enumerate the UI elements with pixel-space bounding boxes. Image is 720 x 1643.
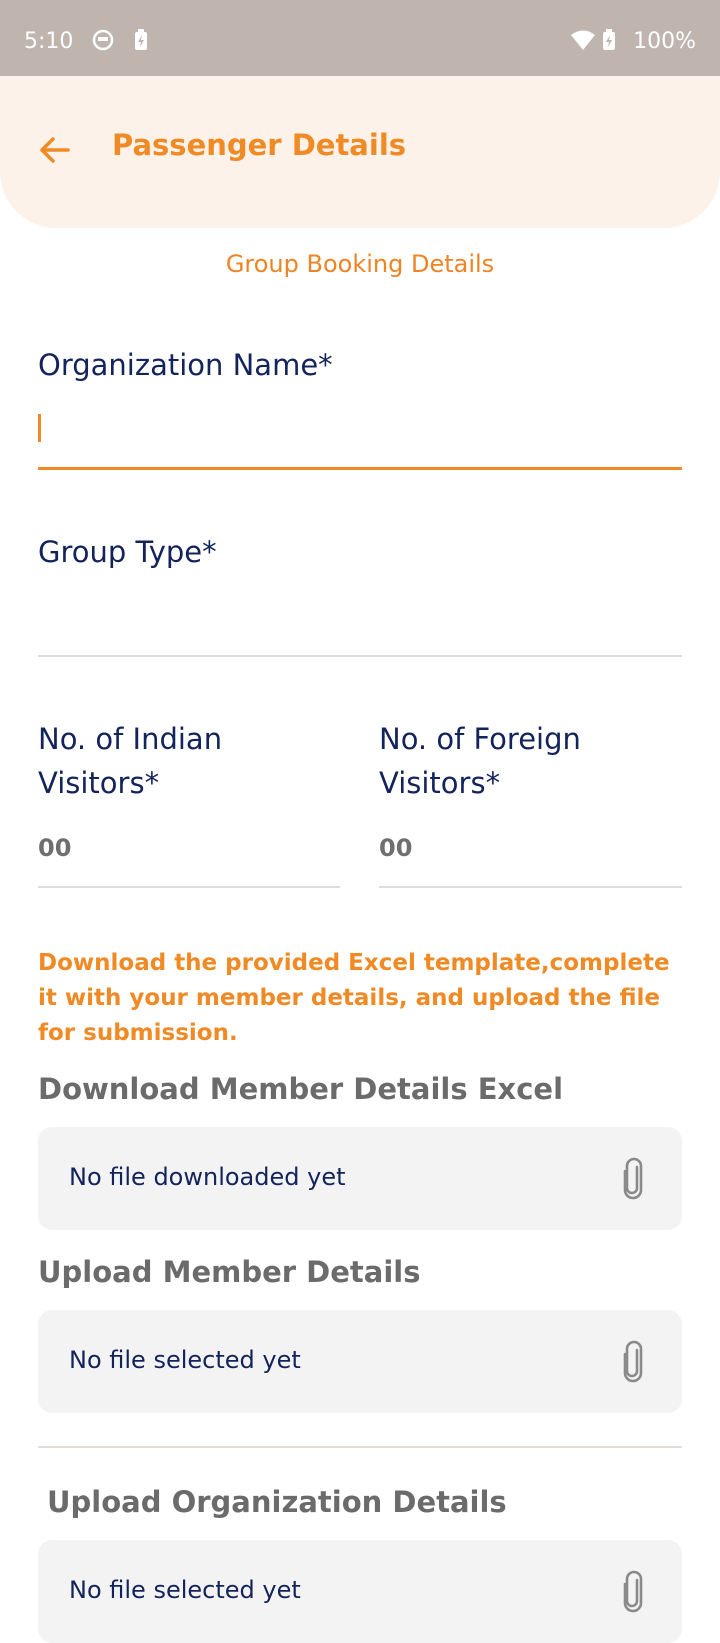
section-title: Group Booking Details (225, 250, 495, 278)
group-type-label: Group Type* (38, 535, 217, 569)
foreign-visitors-label-line2: Visitors* (379, 766, 501, 800)
upload-member-heading: Upload Member Details (38, 1255, 421, 1289)
organization-name-label: Organization Name* (38, 348, 333, 382)
foreign-visitors-input[interactable]: 00 (379, 834, 412, 862)
indian-visitors-label-line1: No. of Indian (38, 722, 223, 756)
indian-visitors-label: No. of Indian Visitors* (38, 717, 222, 805)
app-notification-icon (92, 29, 114, 57)
page-title: Passenger Details (112, 128, 407, 162)
back-button[interactable] (34, 128, 78, 172)
download-section-heading: Download Member Details Excel (38, 1072, 564, 1106)
section-divider (38, 1446, 682, 1448)
group-type-underline (38, 655, 682, 657)
paperclip-icon (623, 1157, 643, 1200)
group-type-input[interactable] (38, 580, 682, 650)
text-cursor (38, 414, 41, 442)
organization-name-input[interactable] (38, 395, 682, 465)
arrow-left-icon (40, 137, 70, 163)
upload-member-file-box[interactable]: No file selected yet (38, 1310, 682, 1413)
foreign-visitors-label-line1: No. of Foreign (379, 722, 581, 756)
upload-organization-heading: Upload Organization Details (47, 1485, 507, 1519)
instruction-notice: Download the provided Excel template,com… (38, 950, 670, 1046)
battery-icon (602, 29, 616, 57)
indian-visitors-underline (38, 886, 340, 888)
status-time: 5:10 (24, 29, 74, 54)
indian-visitors-input[interactable]: 00 (38, 834, 71, 862)
upload-organization-file-box[interactable]: No file selected yet (38, 1540, 682, 1643)
wifi-icon (570, 29, 596, 57)
paperclip-icon (623, 1570, 643, 1613)
download-file-box[interactable]: No file downloaded yet (38, 1127, 682, 1230)
organization-name-underline (38, 467, 682, 470)
battery-percentage: 100% (633, 29, 696, 54)
indian-visitors-label-line2: Visitors* (38, 766, 160, 800)
upload-member-status: No file selected yet (69, 1346, 301, 1374)
battery-saver-icon (134, 29, 148, 57)
foreign-visitors-underline (379, 886, 682, 888)
app-header: Passenger Details (0, 76, 720, 228)
foreign-visitors-label: No. of Foreign Visitors* (379, 717, 581, 805)
paperclip-icon (623, 1340, 643, 1383)
status-bar: 5:10 100% (0, 0, 720, 76)
download-status: No file downloaded yet (69, 1163, 346, 1191)
